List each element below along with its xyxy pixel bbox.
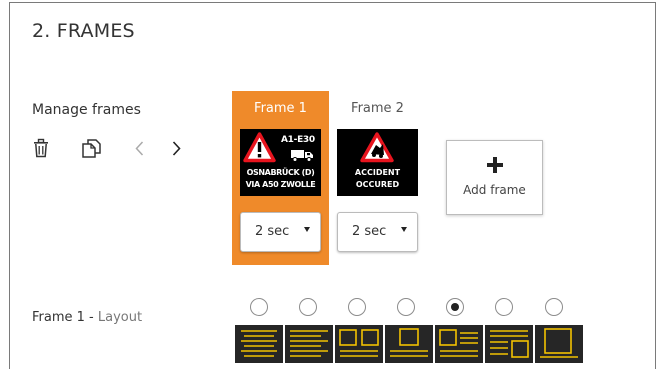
duration-select[interactable]: 2 sec: [337, 212, 418, 252]
truck-icon: [291, 150, 313, 162]
layout-radio-3[interactable]: [348, 298, 366, 316]
layout-label-frame: Frame 1 -: [32, 310, 94, 325]
frame-card-2[interactable]: Frame 2 ACCIDENT OCCURED 2 sec: [329, 91, 426, 265]
frame-thumbnail[interactable]: ACCIDENT OCCURED: [337, 129, 418, 196]
thumb-line-1: OSNABRÜCK (D): [246, 168, 315, 177]
layout-option-4[interactable]: [385, 325, 433, 363]
large-pictogram-layout-icon: [540, 328, 578, 358]
duration-select[interactable]: 2 sec: [240, 212, 321, 252]
layout-option-1[interactable]: [235, 325, 283, 363]
two-pictogram-layout-icon: [339, 329, 379, 357]
text-lines-layout-icon: [290, 330, 328, 357]
manage-frames-label: Manage frames: [32, 102, 141, 118]
duplicate-frame-button[interactable]: [80, 136, 102, 160]
dropdown-arrow-icon: [304, 227, 310, 232]
section-title: 2. FRAMES: [32, 20, 135, 42]
chevron-left-icon: [134, 140, 143, 156]
accident-warning-icon: [360, 132, 394, 163]
frame-tab-label[interactable]: Frame 1: [232, 101, 329, 116]
warning-sign-icon: [243, 132, 276, 163]
duration-value: 2 sec: [352, 224, 387, 239]
frame-thumbnail[interactable]: A1-E30 OSNABRÜCK (D) VIA A50 ZWOLLE: [240, 129, 321, 196]
layout-option-3[interactable]: [335, 325, 383, 363]
copy-icon: [81, 138, 101, 158]
layout-radio-4[interactable]: [397, 298, 415, 316]
chevron-right-icon: [172, 140, 181, 156]
layout-option-5[interactable]: [435, 325, 483, 363]
trash-icon: [34, 138, 48, 158]
text-lines-layout-icon: [241, 330, 277, 357]
layout-radio-2[interactable]: [299, 298, 317, 316]
thumb-line-2: OCCURED: [355, 180, 400, 189]
pictogram-top-layout-icon: [390, 328, 428, 357]
thumb-line-2: VIA A50 ZWOLLE: [245, 180, 316, 189]
thumb-line-1: ACCIDENT: [354, 168, 401, 177]
layout-radio-6[interactable]: [495, 298, 513, 316]
layout-radio-1[interactable]: [250, 298, 268, 316]
layout-label-text: Layout: [97, 310, 143, 325]
frame-card-1[interactable]: Frame 1 A1-E30 OSNABRÜCK (D) VIA A50 ZWO…: [232, 91, 329, 265]
pictogram-right-layout-icon: [490, 330, 529, 358]
delete-frame-button[interactable]: [32, 136, 50, 160]
layout-option-7[interactable]: [535, 325, 583, 363]
add-frame-button[interactable]: Add frame: [446, 140, 543, 215]
layout-label: Frame 1 - Layout: [32, 310, 142, 325]
next-frame-button[interactable]: [169, 136, 183, 160]
duration-value: 2 sec: [255, 224, 290, 239]
dropdown-arrow-icon: [401, 227, 407, 232]
plus-icon: [487, 157, 503, 173]
layout-option-6[interactable]: [485, 325, 533, 363]
pictogram-left-layout-icon: [439, 329, 478, 357]
add-frame-label: Add frame: [463, 183, 526, 197]
road-code: A1-E30: [281, 135, 315, 145]
frame-tab-label[interactable]: Frame 2: [329, 101, 426, 116]
layout-option-2[interactable]: [285, 325, 333, 363]
previous-frame-button[interactable]: [132, 136, 146, 160]
layout-radio-7[interactable]: [545, 298, 563, 316]
layout-radio-5[interactable]: [446, 298, 464, 316]
